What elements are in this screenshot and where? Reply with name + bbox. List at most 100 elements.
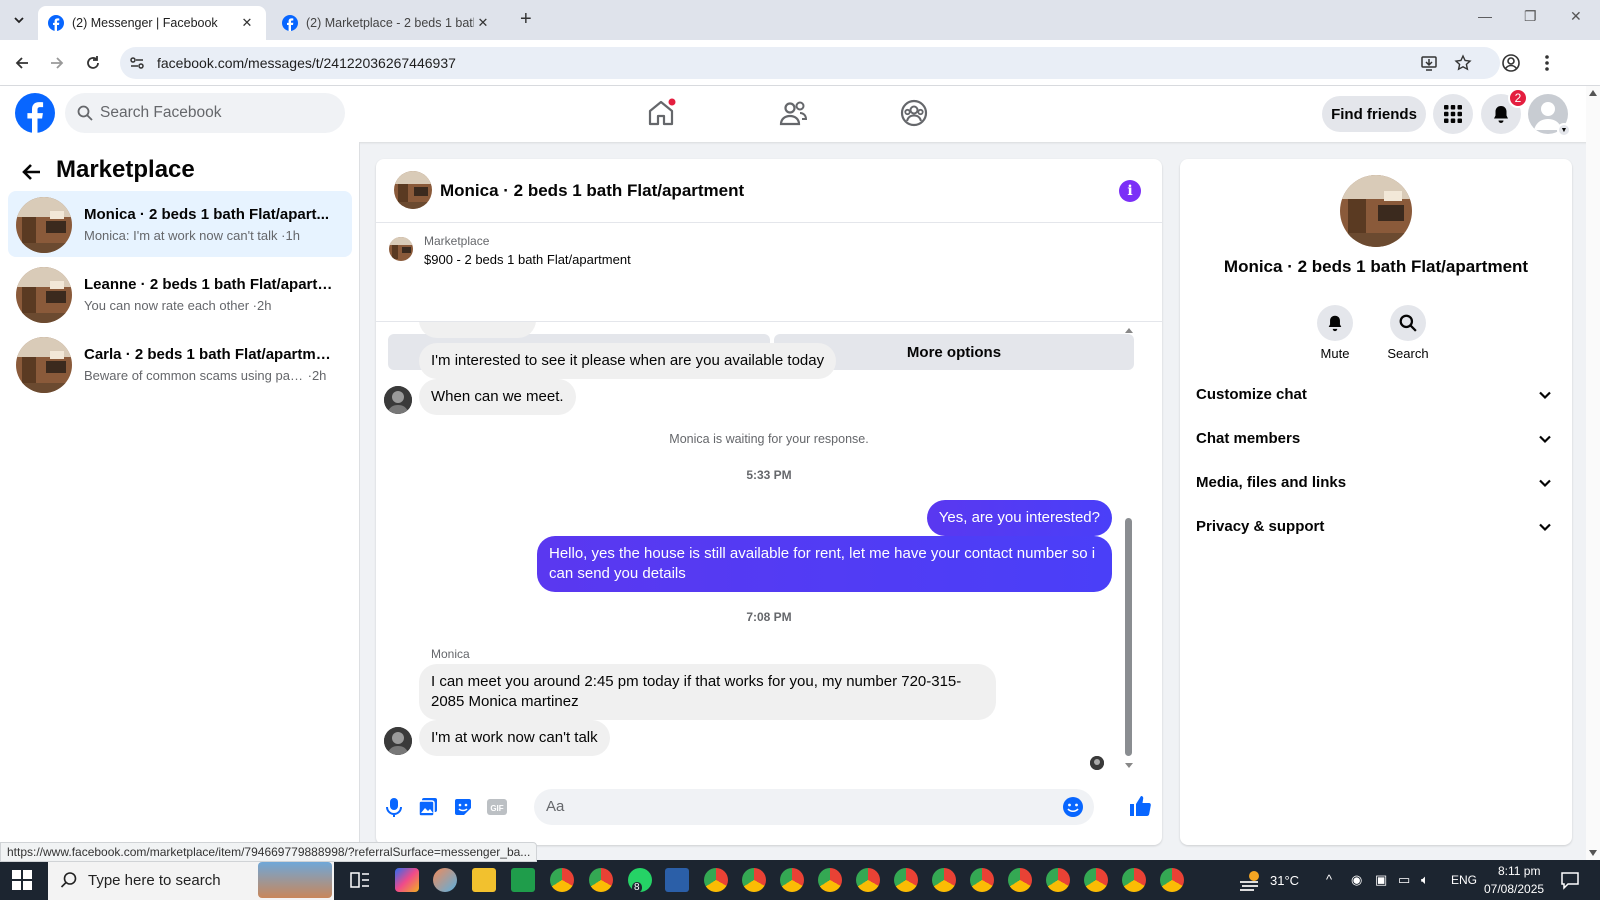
find-friends-button[interactable]: Find friends: [1322, 96, 1426, 132]
listing-title[interactable]: $900 - 2 beds 1 bath Flat/apartment: [424, 252, 631, 267]
task-view-icon[interactable]: [350, 870, 370, 890]
chrome-icon[interactable]: [856, 868, 880, 892]
sender-avatar[interactable]: [384, 727, 412, 755]
bookmark-star-icon[interactable]: [1454, 54, 1472, 72]
arrow-left-icon[interactable]: [20, 160, 44, 184]
chevron-up-icon[interactable]: ^: [1326, 872, 1332, 887]
page-scrollbar[interactable]: [1586, 86, 1600, 860]
groups-icon[interactable]: [899, 98, 929, 128]
weather-icon[interactable]: [1238, 868, 1264, 892]
chrome-icon[interactable]: [742, 868, 766, 892]
tab-search-button[interactable]: [6, 8, 32, 32]
conversation-item[interactable]: Leanne · 2 beds 1 bath Flat/apartm... Yo…: [8, 261, 352, 327]
back-button[interactable]: [11, 52, 33, 74]
facebook-logo-icon[interactable]: [15, 93, 55, 133]
forward-button[interactable]: [46, 52, 68, 74]
browser-tab-bar: (2) Messenger | Facebook ✕ (2) Marketpla…: [0, 0, 1600, 40]
browser-tab-messenger[interactable]: (2) Messenger | Facebook ✕: [38, 6, 266, 40]
search-conversation-button[interactable]: Search: [1378, 305, 1438, 361]
paint-app-icon[interactable]: [433, 868, 457, 892]
scroll-up-arrow-icon[interactable]: [1124, 326, 1134, 334]
chat-header: Monica · 2 beds 1 bath Flat/apartment i: [376, 159, 1162, 223]
section-label: Media, files and links: [1196, 474, 1347, 491]
clock-date[interactable]: 07/08/2025: [1484, 882, 1544, 896]
volume-icon[interactable]: 🔈︎: [1421, 872, 1429, 888]
chrome-icon[interactable]: [1160, 868, 1184, 892]
site-info-icon[interactable]: [128, 54, 146, 72]
close-tab-icon[interactable]: ✕: [238, 15, 256, 31]
thumbs-up-icon[interactable]: [1128, 794, 1152, 818]
message-scrollbar-thumb[interactable]: [1125, 518, 1132, 756]
minimize-icon[interactable]: —: [1478, 8, 1492, 24]
message-input[interactable]: Aa: [534, 789, 1094, 825]
media-files-links-row[interactable]: Media, files and links: [1194, 463, 1558, 503]
scroll-up-arrow-icon[interactable]: [1589, 90, 1597, 96]
chrome-icon[interactable]: [1122, 868, 1146, 892]
chrome-icon[interactable]: [894, 868, 918, 892]
chevron-down-icon[interactable]: ▼: [1557, 123, 1571, 137]
camera-icon[interactable]: ▣: [1375, 872, 1387, 888]
menu-button[interactable]: [1433, 94, 1473, 134]
chrome-icon[interactable]: [1046, 868, 1070, 892]
sticker-icon[interactable]: [452, 796, 474, 818]
home-icon[interactable]: [646, 98, 676, 128]
mute-button[interactable]: Mute: [1305, 305, 1365, 361]
emoji-icon[interactable]: [1062, 796, 1084, 818]
chat-title[interactable]: Monica · 2 beds 1 bath Flat/apartment: [440, 181, 744, 201]
chrome-icon[interactable]: [818, 868, 842, 892]
restore-icon[interactable]: ❐: [1524, 8, 1537, 25]
sender-avatar[interactable]: [384, 386, 412, 414]
conversation-item[interactable]: Monica · 2 beds 1 bath Flat/apart... Mon…: [8, 191, 352, 257]
friends-icon[interactable]: [778, 98, 808, 128]
timestamp: 5:33 PM: [746, 468, 792, 482]
chrome-icon[interactable]: [1084, 868, 1108, 892]
file-explorer-icon[interactable]: [472, 868, 496, 892]
copilot-icon[interactable]: [395, 868, 419, 892]
scroll-down-arrow-icon[interactable]: [1124, 762, 1134, 770]
listing-thumbnail[interactable]: [389, 237, 413, 261]
microphone-icon[interactable]: [383, 796, 405, 818]
incoming-message: When can we meet.: [419, 379, 576, 415]
privacy-support-row[interactable]: Privacy & support: [1194, 507, 1558, 547]
address-toolbar: facebook.com/messages/t/2412203626744693…: [0, 40, 1600, 86]
new-tab-button[interactable]: +: [520, 9, 532, 29]
chrome-icon[interactable]: [1008, 868, 1032, 892]
network-icon[interactable]: ▭: [1398, 872, 1410, 888]
reload-button[interactable]: [82, 52, 104, 74]
taskbar-search-input[interactable]: Type here to search: [48, 860, 334, 900]
windows-taskbar: Type here to search 8 31°C ^ ◉ ▣ ▭ 🔈︎ EN…: [0, 860, 1600, 900]
record-icon[interactable]: ◉: [1351, 872, 1362, 888]
chrome-icon[interactable]: [780, 868, 804, 892]
windows-start-icon[interactable]: [12, 870, 32, 890]
message-placeholder: Aa: [546, 798, 565, 815]
install-app-icon[interactable]: [1420, 54, 1438, 72]
conversation-item[interactable]: Carla · 2 beds 1 bath Flat/apartment Bew…: [8, 331, 352, 397]
clock-time[interactable]: 8:11 pm: [1498, 864, 1540, 878]
facebook-search-input[interactable]: Search Facebook: [65, 93, 345, 133]
notification-center-icon[interactable]: [1560, 870, 1580, 890]
photo-icon[interactable]: [417, 796, 439, 818]
section-label: Customize chat: [1196, 386, 1307, 403]
customize-chat-row[interactable]: Customize chat: [1194, 375, 1558, 415]
input-language[interactable]: ENG: [1451, 873, 1477, 887]
chat-avatar-large[interactable]: [1340, 175, 1412, 247]
excel-app-icon[interactable]: [511, 868, 535, 892]
chat-members-row[interactable]: Chat members: [1194, 419, 1558, 459]
info-icon[interactable]: i: [1119, 180, 1141, 202]
kebab-menu-icon[interactable]: [1536, 52, 1558, 74]
vscode-icon[interactable]: [665, 868, 689, 892]
close-window-icon[interactable]: ✕: [1570, 8, 1582, 25]
scroll-down-arrow-icon[interactable]: [1589, 850, 1597, 856]
chrome-icon[interactable]: [550, 868, 574, 892]
chrome-icon[interactable]: [704, 868, 728, 892]
chrome-icon[interactable]: [589, 868, 613, 892]
gif-icon[interactable]: GIF: [486, 796, 508, 818]
chrome-icon[interactable]: [932, 868, 956, 892]
chrome-icon[interactable]: [970, 868, 994, 892]
browser-tab-marketplace[interactable]: (2) Marketplace - 2 beds 1 bath ✕: [272, 6, 502, 40]
search-label: Search: [1387, 346, 1429, 361]
chat-avatar[interactable]: [394, 171, 432, 209]
close-tab-icon[interactable]: ✕: [474, 15, 492, 31]
url-bar[interactable]: facebook.com/messages/t/2412203626744693…: [120, 47, 1500, 79]
profile-icon[interactable]: [1500, 52, 1522, 74]
